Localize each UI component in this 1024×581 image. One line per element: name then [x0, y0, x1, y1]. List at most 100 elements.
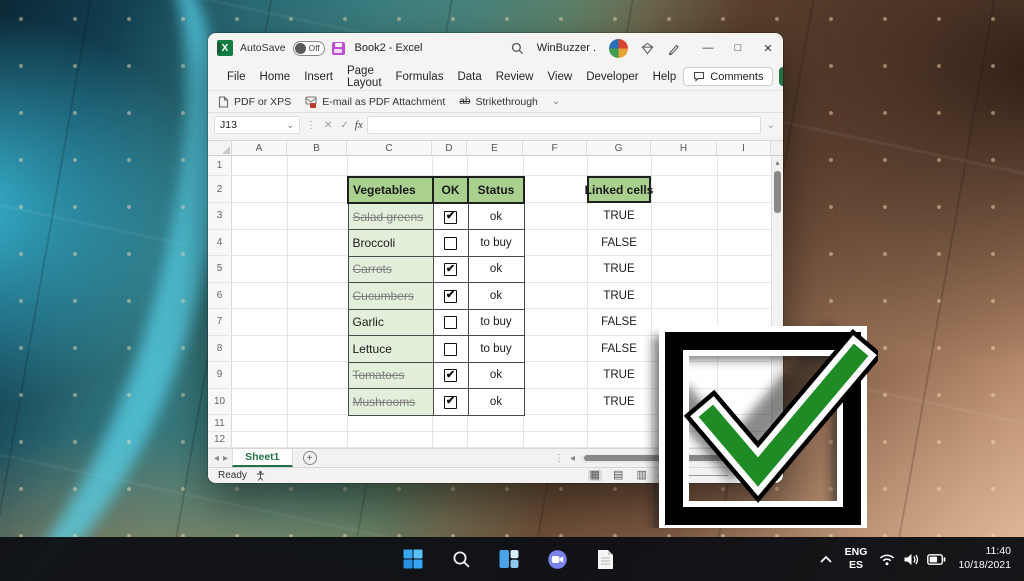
excel-app-icon[interactable]: X	[217, 40, 233, 56]
col-header-a[interactable]: A	[232, 141, 287, 156]
name-box[interactable]: J13 ⌄	[214, 116, 300, 134]
search-icon[interactable]	[511, 42, 524, 55]
language-indicator[interactable]: ENG ES	[845, 546, 868, 572]
tab-data[interactable]: Data	[450, 71, 488, 83]
email-pdf-button[interactable]: E-mail as PDF Attachment	[305, 96, 445, 108]
col-header-e[interactable]: E	[467, 141, 523, 156]
col-header-g[interactable]: G	[587, 141, 651, 156]
accessibility-icon[interactable]	[255, 470, 266, 481]
formula-input[interactable]	[366, 116, 761, 134]
tray-chevron-up-icon[interactable]	[819, 555, 833, 564]
select-all-corner[interactable]	[208, 141, 232, 156]
ribbon-collapse-chevron-icon[interactable]: ⌄	[552, 96, 560, 107]
status-cell[interactable]: ok	[467, 388, 525, 416]
close-button[interactable]: ✕	[753, 33, 783, 63]
tab-review[interactable]: Review	[489, 71, 541, 83]
sheet-tab-sheet1[interactable]: Sheet1	[232, 449, 293, 467]
row-header[interactable]: 3	[208, 203, 232, 229]
row-header[interactable]: 7	[208, 309, 232, 335]
task-view-button[interactable]	[492, 542, 526, 576]
linked-cell[interactable]: TRUE	[587, 256, 651, 283]
cell-checkbox[interactable]	[444, 236, 457, 250]
header-status[interactable]: Status	[467, 176, 525, 204]
sheet-nav-right-icon[interactable]: ▸	[223, 453, 228, 464]
row-header[interactable]: 5	[208, 256, 232, 282]
row-header[interactable]: 12	[208, 432, 232, 447]
avatar[interactable]	[609, 38, 628, 58]
status-cell[interactable]: ok	[467, 202, 525, 230]
tab-file[interactable]: File	[220, 71, 253, 83]
cancel-icon[interactable]: ✕	[322, 120, 334, 131]
row-header[interactable]: 1	[208, 156, 232, 175]
formula-expand-chevron-icon[interactable]: ⌄	[765, 120, 777, 131]
col-header-h[interactable]: H	[651, 141, 717, 156]
name-box-chevron-icon[interactable]: ⌄	[286, 120, 294, 131]
feedback-diamond-icon[interactable]	[641, 42, 654, 55]
linked-cell[interactable]: TRUE	[587, 283, 651, 310]
insert-function-icon[interactable]: fx	[355, 119, 363, 131]
vegetable-cell[interactable]: Lettuce	[347, 335, 434, 363]
document-app-button[interactable]	[588, 542, 622, 576]
col-header-f[interactable]: F	[523, 141, 587, 156]
confirm-icon[interactable]: ✓	[338, 120, 350, 131]
vegetable-cell[interactable]: Garlic	[347, 308, 434, 336]
status-cell[interactable]: to buy	[467, 229, 525, 257]
autosave-toggle[interactable]: Off	[292, 40, 325, 56]
row-header[interactable]: 2	[208, 176, 232, 202]
pdf-or-xps-button[interactable]: PDF or XPS	[218, 96, 291, 108]
status-cell[interactable]: ok	[467, 361, 525, 389]
vertical-scroll-thumb[interactable]	[774, 171, 781, 213]
pen-icon[interactable]	[667, 42, 680, 55]
col-header-d[interactable]: D	[432, 141, 467, 156]
cell-checkbox[interactable]	[444, 263, 457, 277]
clock[interactable]: 11:40 10/18/2021	[958, 545, 1011, 572]
status-cell[interactable]: ok	[467, 282, 525, 310]
cell-checkbox[interactable]	[444, 210, 457, 224]
cell-checkbox[interactable]	[444, 316, 457, 330]
col-header-b[interactable]: B	[287, 141, 347, 156]
cell-checkbox[interactable]	[444, 369, 457, 383]
wifi-icon[interactable]	[879, 553, 895, 566]
battery-icon[interactable]	[927, 553, 946, 565]
vegetable-cell[interactable]: Cucumbers	[347, 282, 434, 310]
col-header-i[interactable]: I	[717, 141, 771, 156]
cell-checkbox[interactable]	[444, 289, 457, 303]
maximize-button[interactable]: □	[723, 33, 753, 63]
header-linked-cells[interactable]: Linked cells	[585, 176, 653, 203]
cell-checkbox[interactable]	[444, 342, 457, 356]
row-header[interactable]: 11	[208, 415, 232, 431]
start-button[interactable]	[396, 542, 430, 576]
account-name[interactable]: WinBuzzer .	[537, 42, 596, 54]
vegetable-cell[interactable]: Tomatoes	[347, 361, 434, 389]
tab-view[interactable]: View	[540, 71, 579, 83]
col-header-c[interactable]: C	[347, 141, 432, 156]
tab-help[interactable]: Help	[646, 71, 684, 83]
row-header[interactable]: 4	[208, 229, 232, 255]
header-ok[interactable]: OK	[432, 176, 469, 204]
scroll-up-icon[interactable]: ▴	[772, 156, 783, 169]
tab-developer[interactable]: Developer	[579, 71, 645, 83]
sheet-nav-left-icon[interactable]: ◂	[214, 453, 219, 464]
view-page-layout-button[interactable]: ▤	[611, 470, 625, 481]
chat-button[interactable]	[540, 542, 574, 576]
linked-cell[interactable]: TRUE	[587, 203, 651, 230]
linked-cell[interactable]: FALSE	[587, 230, 651, 257]
header-vegetables[interactable]: Vegetables	[347, 176, 434, 204]
view-normal-button[interactable]: ▦	[587, 470, 603, 481]
vegetable-cell[interactable]: Carrots	[347, 255, 434, 283]
status-cell[interactable]: to buy	[467, 335, 525, 363]
tab-formulas[interactable]: Formulas	[389, 71, 451, 83]
hscroll-left-icon[interactable]: ◂	[570, 453, 575, 464]
row-header[interactable]: 8	[208, 335, 232, 361]
vegetable-cell[interactable]: Broccoli	[347, 229, 434, 257]
volume-icon[interactable]	[903, 553, 919, 566]
search-button[interactable]	[444, 542, 478, 576]
tab-insert[interactable]: Insert	[297, 71, 340, 83]
save-icon[interactable]	[331, 41, 345, 55]
share-button[interactable]	[779, 67, 783, 86]
add-sheet-button[interactable]: +	[302, 451, 317, 465]
tab-page-layout[interactable]: Page Layout	[340, 65, 389, 89]
row-header[interactable]: 9	[208, 362, 232, 388]
tab-home[interactable]: Home	[253, 71, 298, 83]
minimize-button[interactable]: —	[693, 33, 723, 63]
